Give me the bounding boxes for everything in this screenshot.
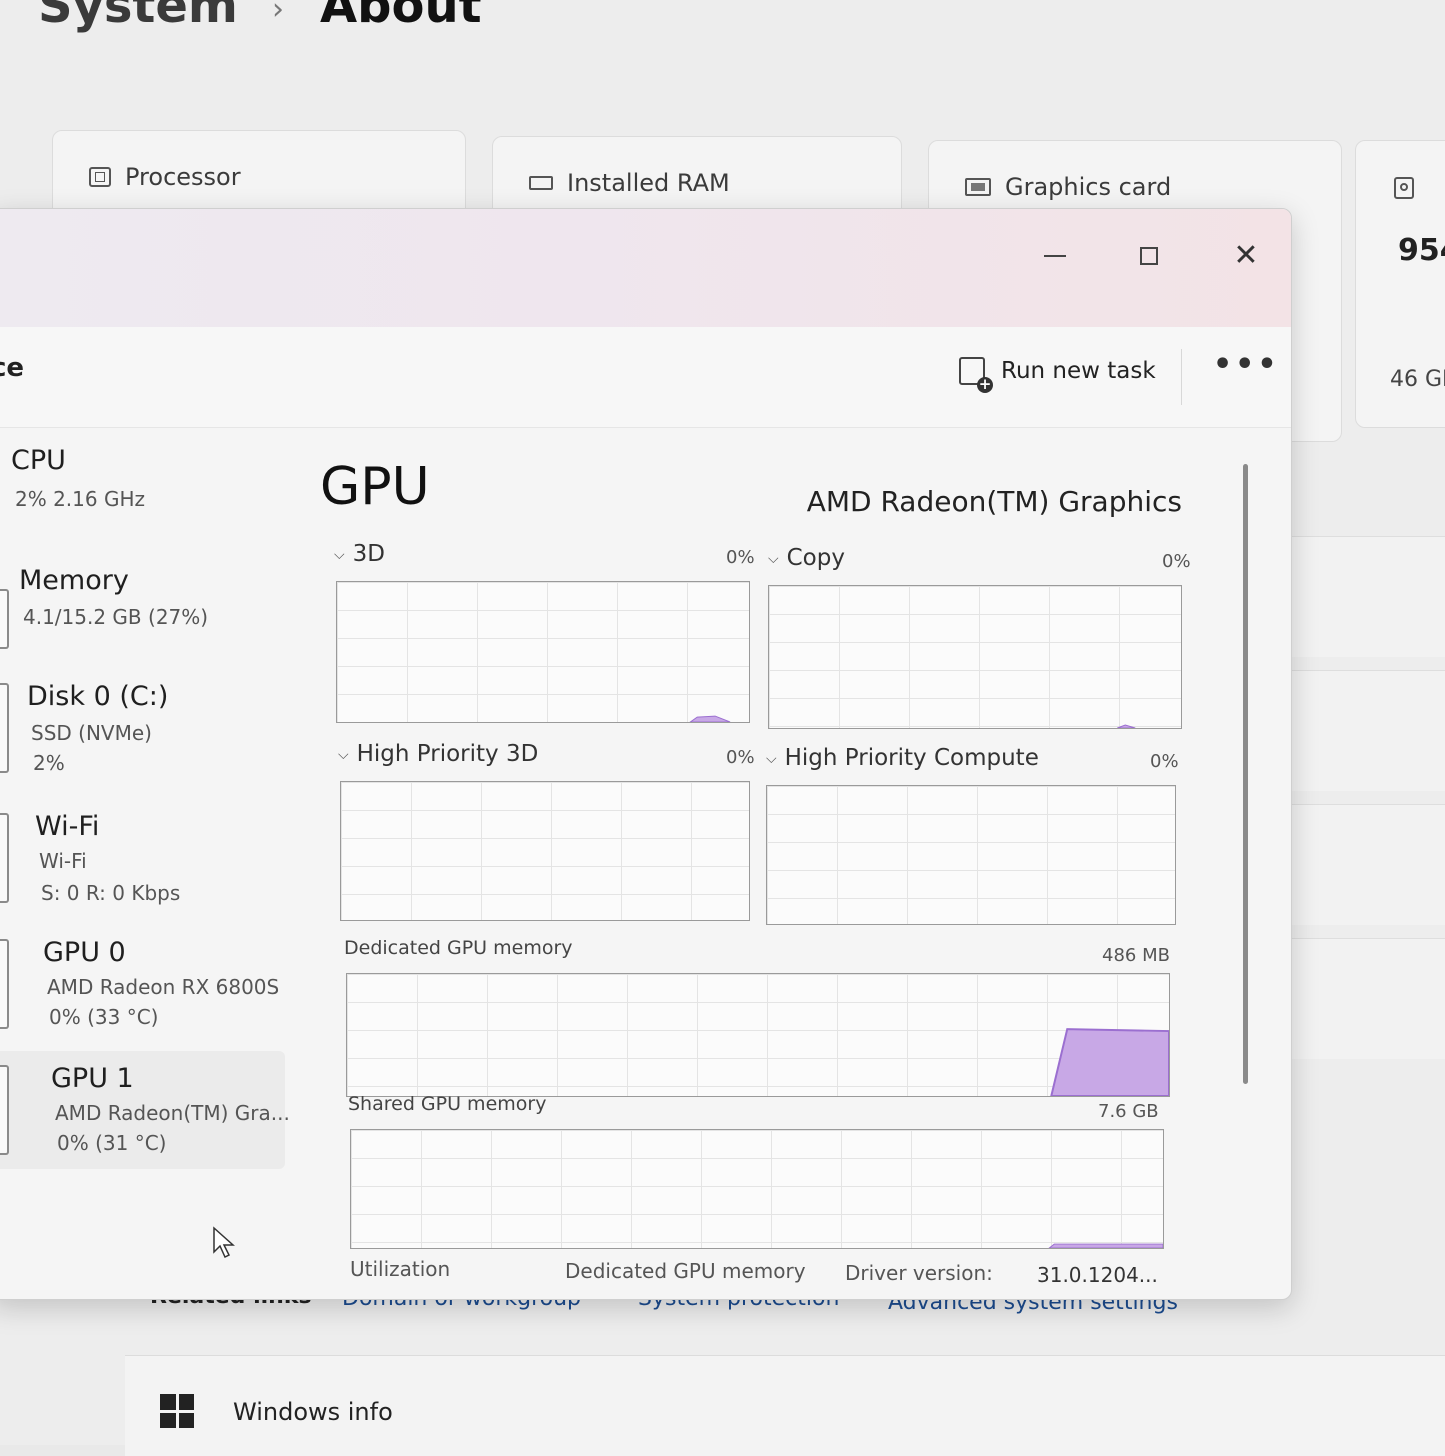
chevron-down-icon: ⌵ (338, 746, 349, 763)
gpu-0-thumbnail (0, 939, 9, 1029)
dedicated-memory-max: 486 MB (1102, 945, 1170, 966)
engine-label: Copy (786, 545, 845, 571)
page-title-fragment: ce (0, 353, 25, 383)
performance-sidebar: CPU 2% 2.16 GHz Memory 4.1/15.2 GB (27%)… (0, 429, 296, 1299)
dedicated-memory-label: Dedicated GPU memory (344, 937, 573, 959)
graph-dedicated-memory (346, 973, 1170, 1097)
shared-memory-max: 7.6 GB (1098, 1101, 1159, 1122)
chevron-down-icon: ⌵ (768, 550, 779, 567)
sidebar-item-detail: AMD Radeon(TM) Gra... (55, 1101, 290, 1125)
breadcrumb-system[interactable]: System (38, 0, 238, 34)
sidebar-item-detail: AMD Radeon RX 6800S (47, 975, 280, 999)
shared-memory-label: Shared GPU memory (348, 1093, 547, 1115)
graph-copy (768, 585, 1182, 729)
engine-label: High Priority Compute (784, 745, 1039, 771)
engine-selector-high-priority-compute[interactable]: ⌵ High Priority Compute (766, 745, 1039, 771)
engine-selector-copy[interactable]: ⌵ Copy (768, 545, 845, 571)
maximize-button[interactable] (1119, 231, 1179, 281)
run-task-icon (959, 357, 993, 393)
stat-driver-version-label: Driver version: (845, 1261, 993, 1285)
sidebar-item-detail: 2% (33, 751, 65, 775)
gpu-heading: GPU (320, 457, 430, 517)
graphics-card-label: Graphics card (1005, 173, 1172, 201)
task-manager-window: ✕ ce Run new task ••• CPU 2% 2.16 GHz Me… (0, 208, 1292, 1300)
sidebar-item-memory[interactable]: Memory 4.1/15.2 GB (27%) (0, 549, 291, 659)
page-title: About (319, 0, 482, 34)
graph-shared-memory (350, 1129, 1164, 1249)
engine-percent: 0% (1162, 551, 1191, 572)
engine-label: High Priority 3D (356, 741, 539, 767)
sidebar-item-detail: 0% (33 °C) (49, 1005, 159, 1029)
sidebar-item-gpu-1[interactable]: GPU 1 AMD Radeon(TM) Gra... 0% (31 °C) (0, 1051, 290, 1169)
memory-thumbnail (0, 589, 9, 649)
chevron-down-icon: ⌵ (766, 750, 777, 767)
sidebar-item-detail: S: 0 R: 0 Kbps (41, 881, 181, 905)
sidebar-item-detail: 0% (31 °C) (57, 1131, 167, 1155)
processor-icon (89, 167, 111, 187)
settings-row[interactable] (1270, 536, 1445, 657)
sidebar-item-title: Wi-Fi (35, 811, 100, 842)
run-new-task-label: Run new task (1001, 358, 1156, 384)
processor-label: Processor (125, 163, 241, 191)
stat-driver-version-value: 31.0.1204... (1037, 1263, 1158, 1287)
sidebar-item-title: GPU 0 (43, 937, 126, 968)
sidebar-item-cpu[interactable]: CPU 2% 2.16 GHz (0, 429, 291, 539)
chevron-down-icon: ⌵ (334, 546, 345, 563)
windows-info-section[interactable]: Windows info (125, 1355, 1445, 1456)
sidebar-item-title: Memory (19, 565, 129, 596)
storage-card: 954 46 GB (1355, 140, 1445, 428)
graph-high-priority-3d (340, 781, 750, 921)
sidebar-item-detail: 2% 2.16 GHz (15, 487, 146, 511)
gpu-1-thumbnail (0, 1065, 9, 1155)
settings-row[interactable] (1270, 670, 1445, 791)
stat-utilization-label: Utilization (350, 1257, 451, 1281)
wifi-thumbnail (0, 813, 9, 903)
engine-selector-3d[interactable]: ⌵ 3D (334, 541, 385, 567)
minimize-button[interactable] (1025, 231, 1085, 281)
sidebar-item-detail: 4.1/15.2 GB (27%) (23, 605, 209, 629)
sidebar-item-disk-0[interactable]: Disk 0 (C:) SSD (NVMe) 2% (0, 669, 291, 789)
sidebar-item-detail: Wi-Fi (39, 849, 87, 873)
storage-subtext: 46 GB (1390, 367, 1445, 392)
disk-thumbnail (0, 683, 9, 773)
sidebar-item-title: CPU (11, 445, 66, 476)
breadcrumb: System › About (38, 0, 482, 34)
ram-icon (529, 176, 553, 190)
gpu-detail-panel: GPU AMD Radeon(TM) Graphics ⌵ 3D 0% ⌵ Copy… (306, 429, 1266, 1299)
maximize-icon (1140, 247, 1158, 265)
engine-percent: 0% (1150, 751, 1179, 772)
storage-value: 954 (1398, 233, 1445, 268)
storage-icon (1394, 177, 1414, 199)
sidebar-item-wifi[interactable]: Wi-Fi Wi-Fi S: 0 R: 0 Kbps (0, 799, 291, 919)
close-icon: ✕ (1233, 238, 1259, 273)
settings-row[interactable] (1270, 804, 1445, 925)
gpu-model-name: AMD Radeon(TM) Graphics (806, 485, 1182, 518)
engine-percent: 0% (726, 747, 755, 768)
graph-high-priority-compute (766, 785, 1176, 925)
installed-ram-label: Installed RAM (567, 169, 730, 197)
graphics-card-icon (965, 178, 991, 196)
engine-selector-high-priority-3d[interactable]: ⌵ High Priority 3D (338, 741, 538, 767)
sidebar-item-gpu-0[interactable]: GPU 0 AMD Radeon RX 6800S 0% (33 °C) (0, 927, 291, 1047)
settings-row[interactable] (1270, 938, 1445, 1059)
title-bar[interactable]: ✕ (0, 209, 1291, 327)
stat-dedicated-memory-label: Dedicated GPU memory (565, 1259, 806, 1283)
graph-3d (336, 581, 750, 723)
close-button[interactable]: ✕ (1216, 231, 1276, 281)
toolbar: ce Run new task ••• (0, 327, 1291, 428)
sidebar-item-detail: SSD (NVMe) (31, 721, 152, 745)
mouse-cursor-icon (213, 1226, 235, 1259)
breadcrumb-separator: › (271, 0, 284, 27)
sidebar-item-title: Disk 0 (C:) (27, 681, 169, 712)
engine-label: 3D (352, 541, 385, 567)
scrollbar[interactable] (1243, 464, 1248, 1084)
toolbar-divider (1181, 349, 1182, 405)
windows-logo-icon (160, 1394, 194, 1428)
more-options-button[interactable]: ••• (1213, 347, 1280, 382)
minimize-icon (1044, 255, 1066, 257)
windows-info-label: Windows info (233, 1398, 393, 1426)
sidebar-item-title: GPU 1 (51, 1063, 134, 1094)
engine-percent: 0% (726, 547, 755, 568)
run-new-task-button[interactable]: Run new task (959, 357, 1156, 393)
